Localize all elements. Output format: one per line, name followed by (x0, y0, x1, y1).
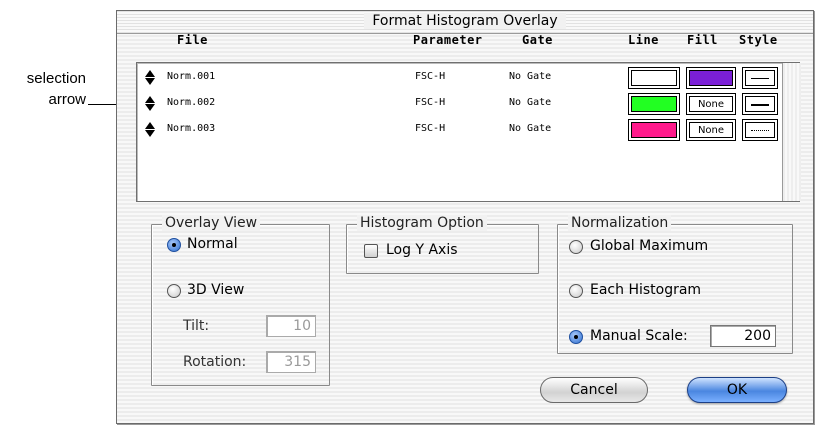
row-gate: No Gate (509, 71, 552, 82)
manual-scale-radio[interactable] (569, 330, 583, 344)
global-maximum-radio[interactable] (569, 240, 583, 254)
global-maximum-label[interactable]: Global Maximum (590, 238, 708, 254)
log-y-axis-checkbox[interactable] (364, 244, 378, 258)
dialog-title: Format Histogram Overlay (364, 13, 566, 29)
rotation-field[interactable]: 315 (266, 351, 316, 373)
selection-arrow-callout: selection arrow (0, 68, 86, 110)
line-style-selector[interactable] (742, 93, 778, 115)
column-header-parameter: Parameter (413, 33, 483, 47)
line-color-swatch[interactable] (628, 119, 680, 141)
column-header-file: File (177, 33, 208, 47)
tilt-field[interactable]: 10 (266, 315, 316, 337)
callout-line2: arrow (48, 91, 86, 108)
line-color-swatch[interactable] (628, 67, 680, 89)
3d-view-radio[interactable] (167, 284, 181, 298)
list-row[interactable]: Norm.003 FSC-H No Gate None (137, 117, 778, 143)
manual-scale-field[interactable]: 200 (710, 325, 776, 347)
each-histogram-label[interactable]: Each Histogram (590, 282, 701, 298)
rotation-label: Rotation: (183, 354, 247, 370)
column-header-style: Style (739, 33, 778, 47)
row-gate: No Gate (509, 97, 552, 108)
normal-label[interactable]: Normal (187, 236, 238, 252)
normal-radio[interactable] (167, 238, 181, 252)
column-header-fill: Fill (687, 33, 718, 47)
list-scrollbar[interactable] (782, 63, 801, 201)
row-gate: No Gate (509, 123, 552, 134)
row-file: Norm.002 (167, 97, 216, 108)
manual-scale-label[interactable]: Manual Scale: (590, 328, 688, 344)
overlay-view-legend: Overlay View (162, 215, 261, 231)
line-style-sample (751, 78, 769, 79)
log-y-axis-label[interactable]: Log Y Axis (386, 242, 458, 258)
title-bar[interactable]: Format Histogram Overlay (117, 11, 813, 34)
tilt-label: Tilt: (183, 318, 210, 334)
row-parameter: FSC-H (415, 97, 446, 108)
3d-view-label[interactable]: 3D View (187, 282, 244, 298)
selection-arrow-icon[interactable] (145, 95, 155, 113)
line-style-selector[interactable] (742, 119, 778, 141)
line-color-swatch[interactable] (628, 93, 680, 115)
list-row[interactable]: Norm.002 FSC-H No Gate None (137, 91, 778, 117)
histogram-option-legend: Histogram Option (357, 215, 487, 231)
selection-arrow-icon[interactable] (145, 121, 155, 139)
column-header-line: Line (628, 33, 659, 47)
overlay-file-list[interactable]: Norm.001 FSC-H No Gate Norm.002 FSC-H No… (136, 62, 801, 202)
fill-none-box[interactable]: None (686, 93, 736, 115)
line-style-sample (751, 130, 769, 131)
line-style-sample (751, 104, 769, 106)
ok-button[interactable]: OK (687, 377, 787, 403)
column-header-gate: Gate (522, 33, 553, 47)
row-file: Norm.003 (167, 123, 216, 134)
normalization-legend: Normalization (568, 215, 672, 231)
selection-arrow-icon[interactable] (145, 69, 155, 87)
cancel-button[interactable]: Cancel (540, 377, 648, 403)
fill-color-swatch[interactable] (686, 67, 736, 89)
row-file: Norm.001 (167, 71, 216, 82)
row-parameter: FSC-H (415, 123, 446, 134)
row-parameter: FSC-H (415, 71, 446, 82)
each-histogram-radio[interactable] (569, 284, 583, 298)
line-style-selector[interactable] (742, 67, 778, 89)
list-row[interactable]: Norm.001 FSC-H No Gate (137, 65, 778, 91)
callout-line1: selection (26, 70, 86, 87)
fill-none-box[interactable]: None (686, 119, 736, 141)
